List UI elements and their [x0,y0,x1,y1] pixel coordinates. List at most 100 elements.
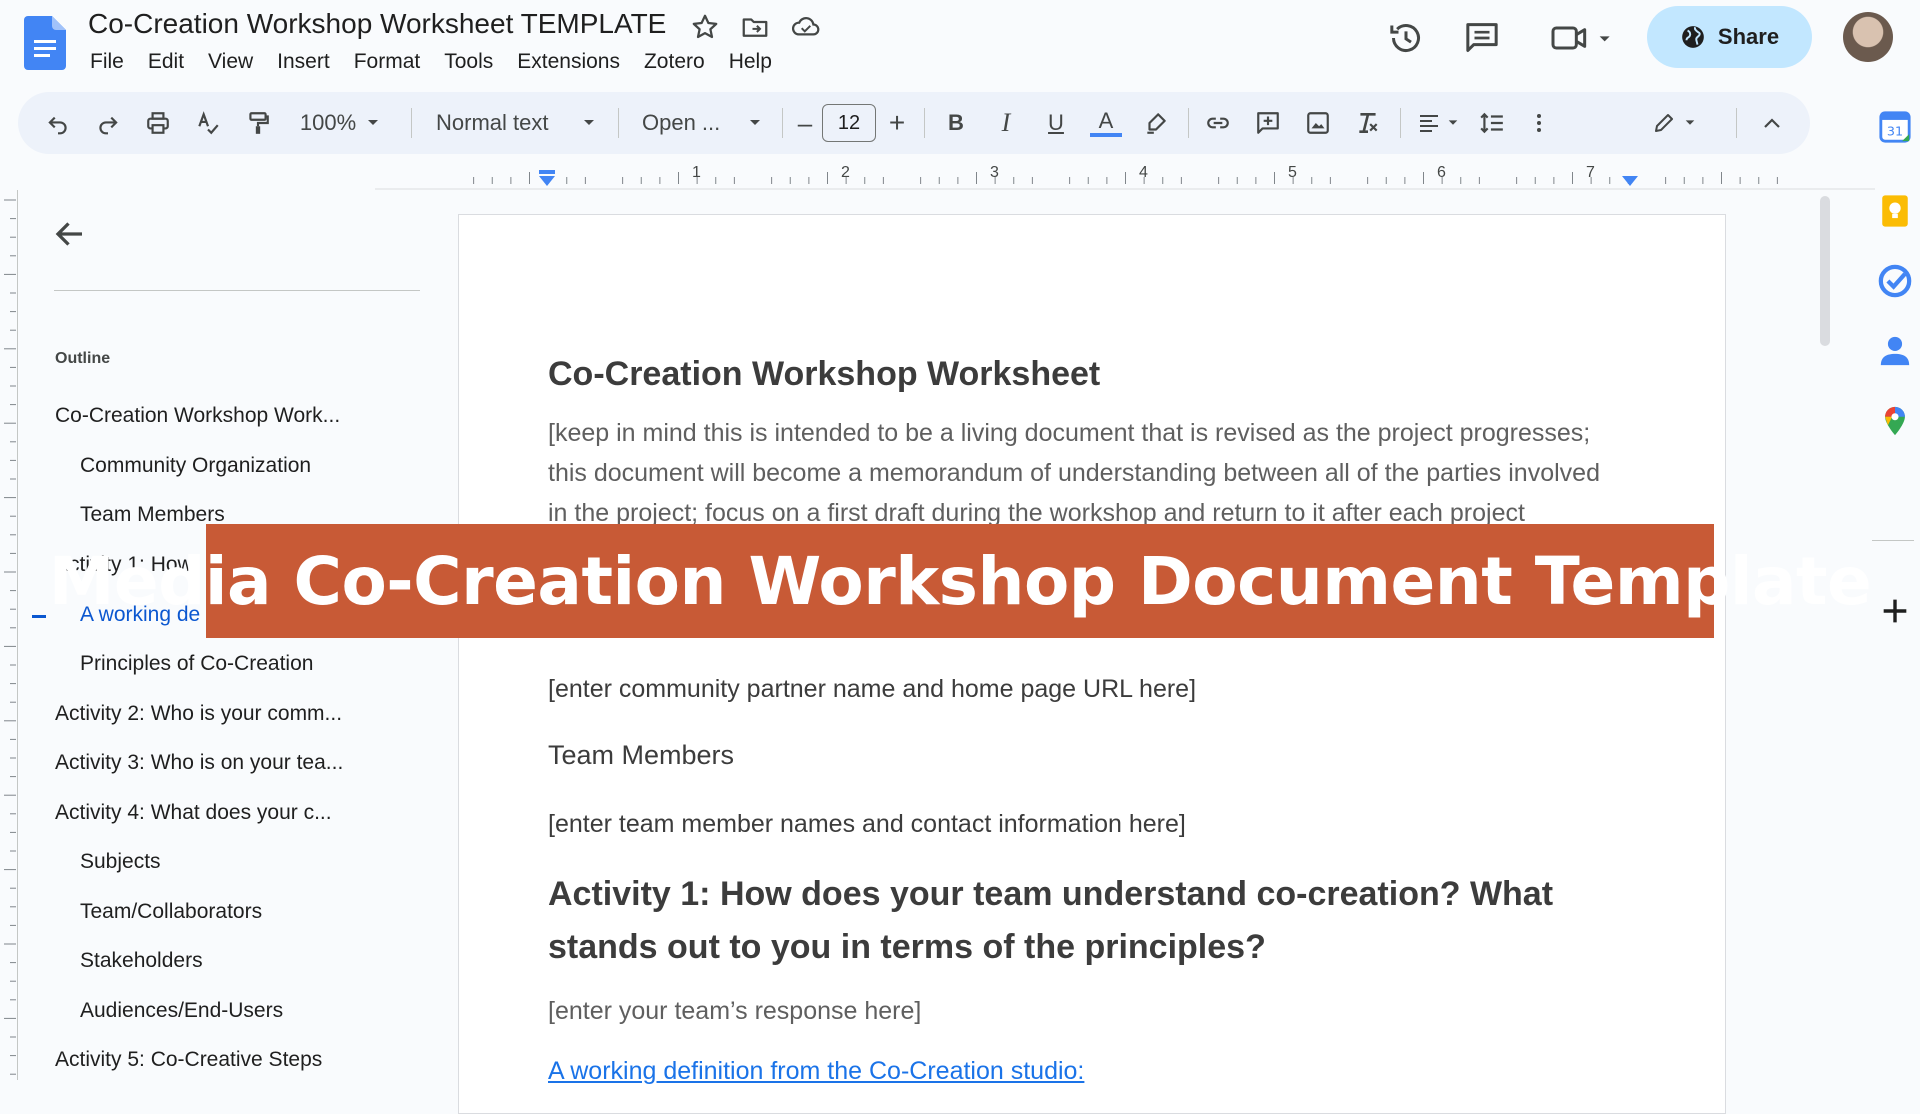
outline-item[interactable]: Stakeholders [80,949,203,973]
version-history-icon[interactable] [1386,18,1426,58]
underline-button[interactable]: U [1038,105,1074,141]
globe-icon [1682,26,1704,48]
outline-item[interactable]: Activity 3: Who is on your tea... [55,751,343,775]
ruler-number: 4 [1139,164,1148,181]
print-icon[interactable] [140,105,176,141]
insert-image-icon[interactable] [1300,105,1336,141]
toolbar-divider [618,108,619,138]
vertical-ruler-ticks [4,199,16,1075]
get-addons-plus-icon[interactable] [1878,594,1912,628]
chevron-down-icon [1684,118,1696,128]
keep-notes-icon[interactable] [1878,194,1912,228]
ruler-number: 7 [1586,164,1595,181]
meet-video-icon[interactable] [1548,18,1618,58]
menu-insert[interactable]: Insert [265,48,342,76]
vertical-ruler [0,190,18,1080]
decrease-font-size-button[interactable]: – [792,105,818,141]
outline-item[interactable]: Co-Creation Workshop Work... [55,404,340,428]
outline-item[interactable]: Team Members [80,503,225,527]
team-placeholder: [enter team member names and contact inf… [548,810,1186,838]
outline-item[interactable]: Activity 2: Who is your comm... [55,702,342,726]
activity1-heading-line2: stands out to you in terms of the princi… [548,928,1266,966]
maps-icon[interactable] [1878,404,1912,438]
more-options-icon[interactable] [1524,105,1554,141]
chevron-down-icon [582,118,596,128]
zoom-select[interactable]: 100% [290,105,390,141]
add-comment-icon[interactable] [1250,105,1286,141]
menu-help[interactable]: Help [717,48,784,76]
font-size-input[interactable]: 12 [822,104,876,142]
move-to-folder-icon[interactable] [740,12,770,42]
close-outline-back-arrow-icon[interactable] [52,216,92,256]
menu-edit[interactable]: Edit [136,48,196,76]
menu-zotero[interactable]: Zotero [632,48,717,76]
right-indent-marker-icon[interactable] [1620,174,1640,193]
comments-icon[interactable] [1462,18,1502,58]
outline-item[interactable]: Audiences/End-Users [80,999,283,1023]
calendar-icon[interactable]: 31 [1878,110,1912,144]
tasks-icon[interactable] [1878,264,1912,298]
outline-item[interactable]: Activity 4: What does your c... [55,801,332,825]
spellcheck-icon[interactable] [190,105,226,141]
align-left-icon [1417,111,1441,135]
vertical-scrollbar[interactable] [1820,196,1830,346]
pencil-icon [1652,111,1676,135]
insert-link-icon[interactable] [1200,105,1236,141]
document-title[interactable]: Co-Creation Workshop Worksheet TEMPLATE [88,8,666,40]
doc-intro-line: [keep in mind this is intended to be a l… [548,419,1591,447]
italic-button[interactable]: I [988,105,1024,141]
undo-icon[interactable] [40,105,76,141]
toolbar-divider [924,108,925,138]
docs-logo-icon[interactable] [24,16,66,70]
bold-button[interactable]: B [938,105,974,141]
increase-font-size-button[interactable]: + [884,105,910,141]
ruler-number: 6 [1437,164,1446,181]
doc-title-heading: Co-Creation Workshop Worksheet [548,355,1101,393]
font-select[interactable]: Open ... [632,105,772,141]
menu-view[interactable]: View [196,48,265,76]
menu-tools[interactable]: Tools [432,48,505,76]
menu-format[interactable]: Format [342,48,433,76]
team-members-heading: Team Members [548,740,735,770]
menu-file[interactable]: File [78,48,136,76]
hide-menus-chevron-up-icon[interactable] [1754,105,1790,141]
toolbar-divider [1188,108,1189,138]
outline-item[interactable]: Activity 5: Co-Creative Steps [55,1048,322,1072]
ruler-number: 1 [692,164,701,181]
share-label: Share [1717,24,1780,49]
menu-extensions[interactable]: Extensions [505,48,632,76]
redo-icon[interactable] [90,105,126,141]
ruler-number: 2 [841,164,850,181]
align-select[interactable] [1412,105,1464,141]
toolbar-divider [1400,108,1401,138]
outline-item[interactable]: Subjects [80,850,161,874]
share-button[interactable]: Share [1647,6,1812,68]
document-page[interactable]: Co-Creation Workshop Worksheet [keep in … [458,214,1726,1114]
chevron-down-icon [366,118,380,128]
paragraph-style-select[interactable]: Normal text [426,105,606,141]
text-color-button[interactable]: A [1088,105,1124,141]
community-placeholder: [enter community partner name and home p… [548,675,1197,703]
highlight-pen-icon[interactable] [1138,105,1174,141]
outline-item[interactable]: Team/Collaborators [80,900,262,924]
outline-item[interactable]: Community Organization [80,454,311,478]
overlay-title-text: Media Co-Creation Workshop Document Temp… [48,542,1872,620]
editing-mode-select[interactable] [1644,105,1704,141]
avatar[interactable] [1843,12,1893,62]
font-value: Open ... [642,110,721,135]
paint-format-icon[interactable] [240,105,276,141]
horizontal-ruler: 1 2 3 4 5 6 7 [375,160,1875,190]
cloud-saved-icon[interactable] [790,12,820,42]
line-spacing-icon[interactable] [1474,105,1510,141]
working-definition-link[interactable]: A working definition from the Co-Creatio… [548,1057,1084,1086]
outline-item[interactable]: Principles of Co-Creation [80,652,313,676]
star-icon[interactable] [690,12,720,42]
chevron-down-icon [1447,118,1459,128]
contacts-icon[interactable] [1878,334,1912,368]
text-color-label: A [1098,108,1114,133]
left-indent-marker-icon[interactable] [537,170,557,193]
chevron-down-icon [748,118,762,128]
text-color-swatch [1090,133,1122,137]
menu-bar: File Edit View Insert Format Tools Exten… [78,48,784,76]
clear-formatting-icon[interactable] [1350,105,1386,141]
